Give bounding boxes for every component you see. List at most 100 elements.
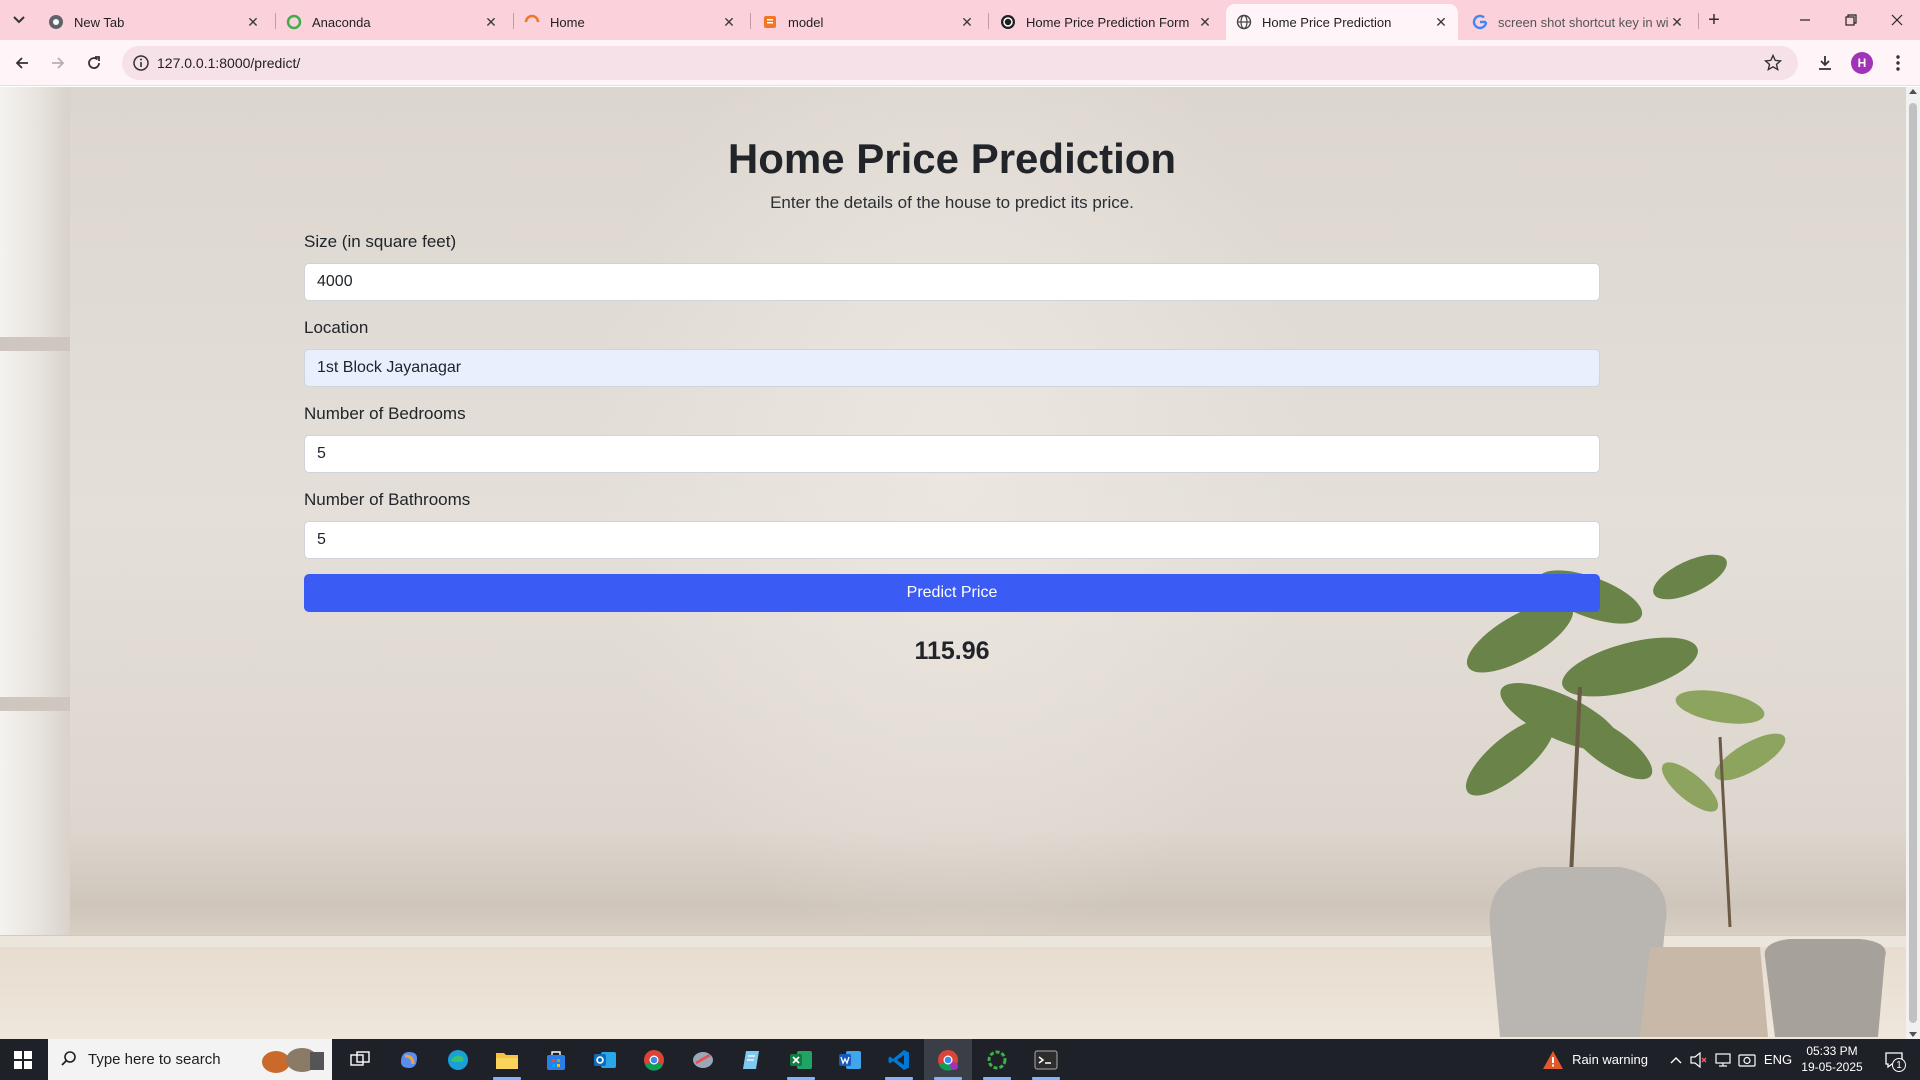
tab-title: screen shot shortcut key in win	[1498, 14, 1668, 30]
location-input[interactable]: 1st Block Jayanagar	[304, 349, 1600, 387]
tab-home[interactable]: Home ✕	[514, 4, 746, 40]
tab-title: model	[788, 14, 824, 30]
reload-button[interactable]	[80, 49, 108, 77]
page-scrollbar[interactable]	[1906, 87, 1920, 1039]
meet-now-button[interactable]	[1736, 1039, 1758, 1080]
bathrooms-label: Number of Bathrooms	[304, 490, 471, 509]
weather-widget[interactable]: Rain warning	[1530, 1039, 1660, 1080]
size-input[interactable]: 4000	[304, 263, 1600, 301]
close-icon[interactable]: ✕	[244, 13, 262, 31]
search-highlight-image	[262, 1048, 324, 1073]
warning-icon	[1543, 1050, 1564, 1069]
tab-google-search[interactable]: screen shot shortcut key in win ✕	[1462, 4, 1694, 40]
word-icon	[839, 1050, 861, 1069]
restore-icon	[1845, 14, 1857, 26]
clock[interactable]: 05:33 PM 19-05-2025	[1796, 1043, 1868, 1075]
edge-app[interactable]	[434, 1039, 482, 1080]
forward-button[interactable]	[44, 49, 72, 77]
chrome-app[interactable]	[630, 1039, 678, 1080]
address-bar[interactable]: 127.0.0.1:8000/predict/	[122, 46, 1798, 80]
predict-price-button[interactable]: Predict Price	[304, 574, 1600, 612]
scroll-thumb[interactable]	[1909, 103, 1917, 1023]
network-button[interactable]	[1712, 1039, 1734, 1080]
camera-icon	[1738, 1053, 1756, 1067]
back-button[interactable]	[8, 49, 36, 77]
reload-icon	[88, 56, 100, 69]
close-icon[interactable]: ✕	[1196, 13, 1214, 31]
prediction-result: 115.96	[914, 637, 990, 665]
volume-button[interactable]	[1688, 1039, 1710, 1080]
snipping-tool-app[interactable]	[679, 1039, 727, 1080]
terminal-app[interactable]	[1022, 1039, 1070, 1080]
start-button[interactable]	[0, 1039, 46, 1080]
close-icon	[1891, 14, 1903, 26]
close-icon[interactable]: ✕	[1432, 13, 1450, 31]
tab-anaconda[interactable]: Anaconda ✕	[276, 4, 508, 40]
profile-avatar[interactable]: H	[1851, 52, 1873, 74]
loading-icon	[524, 14, 540, 30]
anaconda-app[interactable]	[973, 1039, 1021, 1080]
clock-time: 05:33 PM	[1806, 1044, 1858, 1058]
copilot-app[interactable]	[385, 1039, 433, 1080]
close-icon[interactable]: ✕	[720, 13, 738, 31]
close-icon[interactable]: ✕	[1668, 13, 1686, 31]
download-icon	[1819, 56, 1831, 70]
bathrooms-input[interactable]: 5	[304, 521, 1600, 559]
background-window	[0, 87, 70, 1039]
plus-icon: +	[1708, 8, 1720, 31]
word-app[interactable]	[826, 1039, 874, 1080]
scroll-down-arrow-icon[interactable]	[1909, 1032, 1917, 1037]
url-text[interactable]: 127.0.0.1:8000/predict/	[157, 55, 300, 71]
notifications-button[interactable]: 1	[1874, 1039, 1914, 1080]
bookmark-button[interactable]	[1762, 52, 1784, 74]
close-icon[interactable]: ✕	[958, 13, 976, 31]
tab-title: Home	[550, 14, 585, 30]
scroll-up-arrow-icon[interactable]	[1909, 89, 1917, 94]
excel-app[interactable]	[777, 1039, 825, 1080]
restore-button[interactable]	[1828, 0, 1874, 40]
outlook-icon	[594, 1051, 616, 1068]
microsoft-store-app[interactable]	[532, 1039, 580, 1080]
info-icon[interactable]	[132, 54, 150, 72]
tab-new-tab[interactable]: New Tab ✕	[38, 4, 270, 40]
notepad-app[interactable]	[728, 1039, 776, 1080]
file-explorer-app[interactable]	[483, 1039, 531, 1080]
tab-separator	[1698, 13, 1699, 29]
show-hidden-icons-button[interactable]	[1665, 1039, 1687, 1080]
tab-home-price-prediction-form[interactable]: Home Price Prediction Form ✕	[990, 4, 1222, 40]
arrow-left-icon	[15, 57, 28, 69]
taskbar-search-box[interactable]: Type here to search	[48, 1039, 332, 1080]
globe-icon	[1236, 14, 1252, 30]
new-tab-button[interactable]: +	[1702, 8, 1726, 32]
minimize-button[interactable]	[1782, 0, 1828, 40]
outlook-app[interactable]	[581, 1039, 629, 1080]
browser-menu-button[interactable]	[1884, 49, 1912, 77]
downloads-button[interactable]	[1811, 49, 1839, 77]
chevron-up-icon	[1670, 1056, 1682, 1063]
clock-date: 19-05-2025	[1801, 1060, 1863, 1074]
taskbar-search-placeholder: Type here to search	[88, 1051, 221, 1068]
arrow-right-icon	[52, 57, 65, 69]
tab-home-price-prediction[interactable]: Home Price Prediction ✕	[1226, 4, 1458, 40]
window-bar	[0, 337, 70, 351]
windows-logo-icon	[14, 1050, 32, 1069]
close-icon[interactable]: ✕	[482, 13, 500, 31]
snipping-tool-icon	[693, 1051, 713, 1068]
weather-text: Rain warning	[1572, 1052, 1648, 1067]
bedrooms-input[interactable]: 5	[304, 435, 1600, 473]
tab-model[interactable]: model ✕	[752, 4, 984, 40]
folder-icon	[496, 1052, 518, 1069]
google-icon	[1472, 14, 1488, 30]
tab-search-button[interactable]	[6, 8, 32, 32]
copilot-icon	[401, 1051, 417, 1068]
vscode-app[interactable]	[875, 1039, 923, 1080]
chrome-profile-app[interactable]	[924, 1039, 972, 1080]
task-view-button[interactable]	[336, 1039, 384, 1080]
openai-icon	[1000, 14, 1016, 30]
tab-separator	[750, 13, 751, 29]
language-indicator[interactable]: ENG	[1760, 1039, 1796, 1080]
chrome-icon	[938, 1049, 958, 1071]
close-window-button[interactable]	[1874, 0, 1920, 40]
page-subtitle: Enter the details of the house to predic…	[770, 193, 1134, 212]
anaconda-icon	[987, 1050, 1007, 1069]
